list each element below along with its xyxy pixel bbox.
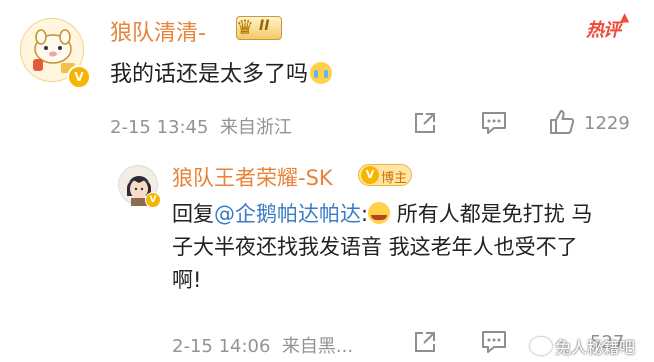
- comment-icon: [482, 112, 506, 134]
- comment-text: 我的话还是太多了吗: [110, 56, 333, 88]
- thumbs-up-icon: [550, 110, 575, 134]
- reply-text: 回复@企鹅帕达帕达: 所有人都是免打扰 马子大半夜还找我发语音 我这老年人也受不…: [172, 198, 602, 297]
- crying-emoji-icon: [310, 62, 333, 84]
- flame-icon: ▲: [620, 10, 629, 24]
- weibo-logo-icon: [530, 337, 552, 355]
- reply-meta: 2-15 14:06 来自黑...: [172, 332, 353, 358]
- crown-icon: ♛: [236, 15, 254, 39]
- hot-comment-tag: 热评 ▲: [586, 10, 629, 42]
- verified-v-icon: V: [145, 192, 161, 208]
- reply-avatar[interactable]: V: [118, 165, 161, 208]
- reply-share-button[interactable]: [412, 329, 438, 355]
- share-button[interactable]: [412, 110, 438, 136]
- watermark-text: 兔人秘籍吧: [555, 338, 636, 357]
- comment-location: 来自浙江: [219, 117, 292, 138]
- like-button[interactable]: [548, 108, 576, 136]
- comment-body: 我的话还是太多了吗: [110, 62, 309, 87]
- hot-comment-label: 热评: [586, 20, 621, 41]
- reply-button[interactable]: [480, 110, 508, 136]
- laughing-emoji-icon: [368, 202, 391, 224]
- reply-comment-button[interactable]: [480, 329, 508, 355]
- share-icon: [415, 332, 435, 352]
- watermark: 兔人秘籍吧: [530, 334, 635, 358]
- reply-location: 来自黑...: [281, 336, 354, 357]
- like-count: 1229: [584, 113, 630, 134]
- rank-label: II: [259, 18, 270, 34]
- verified-v-icon: V: [361, 166, 379, 184]
- rank-badge[interactable]: ♛ II: [236, 15, 282, 40]
- mention-link[interactable]: @企鹅帕达帕达: [214, 202, 361, 226]
- reply-colon: :: [361, 202, 369, 226]
- reply-date: 2-15 14:06: [172, 336, 271, 357]
- avatar[interactable]: V: [20, 18, 91, 89]
- blogger-badge: V 博主: [358, 164, 412, 186]
- blogger-label: 博主: [381, 171, 408, 186]
- comment-meta: 2-15 13:45 来自浙江: [110, 113, 292, 139]
- reply-prefix: 回复: [172, 202, 214, 226]
- comment-icon: [482, 331, 506, 353]
- verified-v-icon: V: [67, 65, 91, 89]
- share-icon: [415, 113, 435, 133]
- comment-date: 2-15 13:45: [110, 117, 209, 138]
- reply-username[interactable]: 狼队王者荣耀-SK: [172, 162, 333, 192]
- comment-username[interactable]: 狼队清清-: [110, 15, 206, 47]
